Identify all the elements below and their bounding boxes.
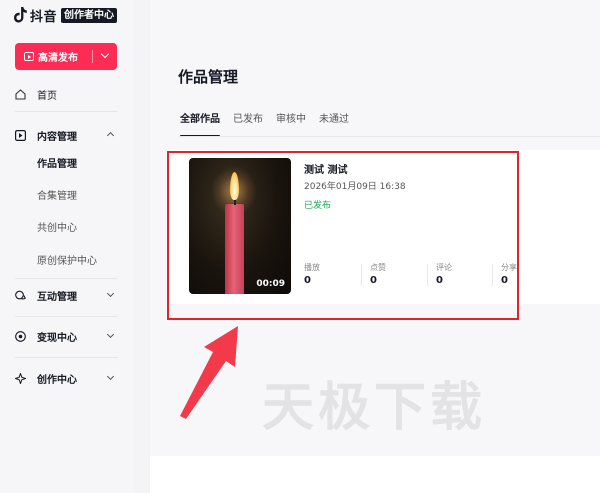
sidebar-item-label: 首页 [37,90,57,102]
brand-name: 抖音 [30,9,58,25]
content-icon [15,129,26,141]
video-play-icon [24,52,34,61]
bottom-panel [150,456,600,493]
creation-icon [15,372,26,384]
sidebar-subitem-works[interactable]: 作品管理 [37,157,77,173]
chevron-down-icon[interactable] [106,289,115,298]
sidebar-item-interaction[interactable]: 互动管理 [15,286,77,304]
chevron-down-icon[interactable] [106,372,115,381]
sidebar: 抖音 创作者中心 高清发布 首页 内容管理 作品管理 合集管理 共创中心 原创保… [0,0,134,493]
tab-bar: 全部作品 已发布 审核中 未通过 [180,112,362,137]
watermark-text: 天极下载 [262,378,487,438]
chevron-up-icon[interactable] [106,131,115,140]
sidebar-item-label: 创作中心 [37,374,77,386]
page-title: 作品管理 [178,68,239,86]
publish-label: 高清发布 [38,53,78,64]
sidebar-item-monetize[interactable]: 变现中心 [15,327,77,345]
sidebar-item-label: 内容管理 [37,131,77,143]
publish-button[interactable]: 高清发布 [15,43,117,70]
interaction-icon [15,290,26,299]
monetize-icon [15,330,26,342]
tab-rejected[interactable]: 未通过 [319,112,349,128]
tab-all-works[interactable]: 全部作品 [180,112,220,137]
brand-badge: 创作者中心 [61,7,118,23]
publish-divider [92,50,93,63]
sidebar-subitem-collections[interactable]: 合集管理 [37,189,77,205]
divider [15,316,118,317]
tabs-divider [178,136,600,137]
sidebar-item-home[interactable]: 首页 [15,85,57,103]
divider [15,111,118,112]
brand-logo[interactable]: 抖音 创作者中心 [14,6,118,25]
sidebar-subitem-original-protection[interactable]: 原创保护中心 [37,254,97,270]
divider [15,278,118,279]
sidebar-item-creation[interactable]: 创作中心 [15,369,77,387]
sidebar-subitem-cocreate[interactable]: 共创中心 [37,221,77,237]
sidebar-item-content[interactable]: 内容管理 [15,126,77,144]
annotation-highlight-box [167,151,519,320]
chevron-down-icon[interactable] [106,330,115,339]
chevron-down-icon[interactable] [100,49,110,59]
sidebar-item-label: 变现中心 [37,332,77,344]
tab-reviewing[interactable]: 审核中 [276,112,306,128]
divider [15,357,118,358]
sidebar-item-label: 互动管理 [37,291,77,303]
tiktok-logo-icon [14,7,27,23]
home-icon [15,88,26,100]
tab-published[interactable]: 已发布 [233,112,263,128]
